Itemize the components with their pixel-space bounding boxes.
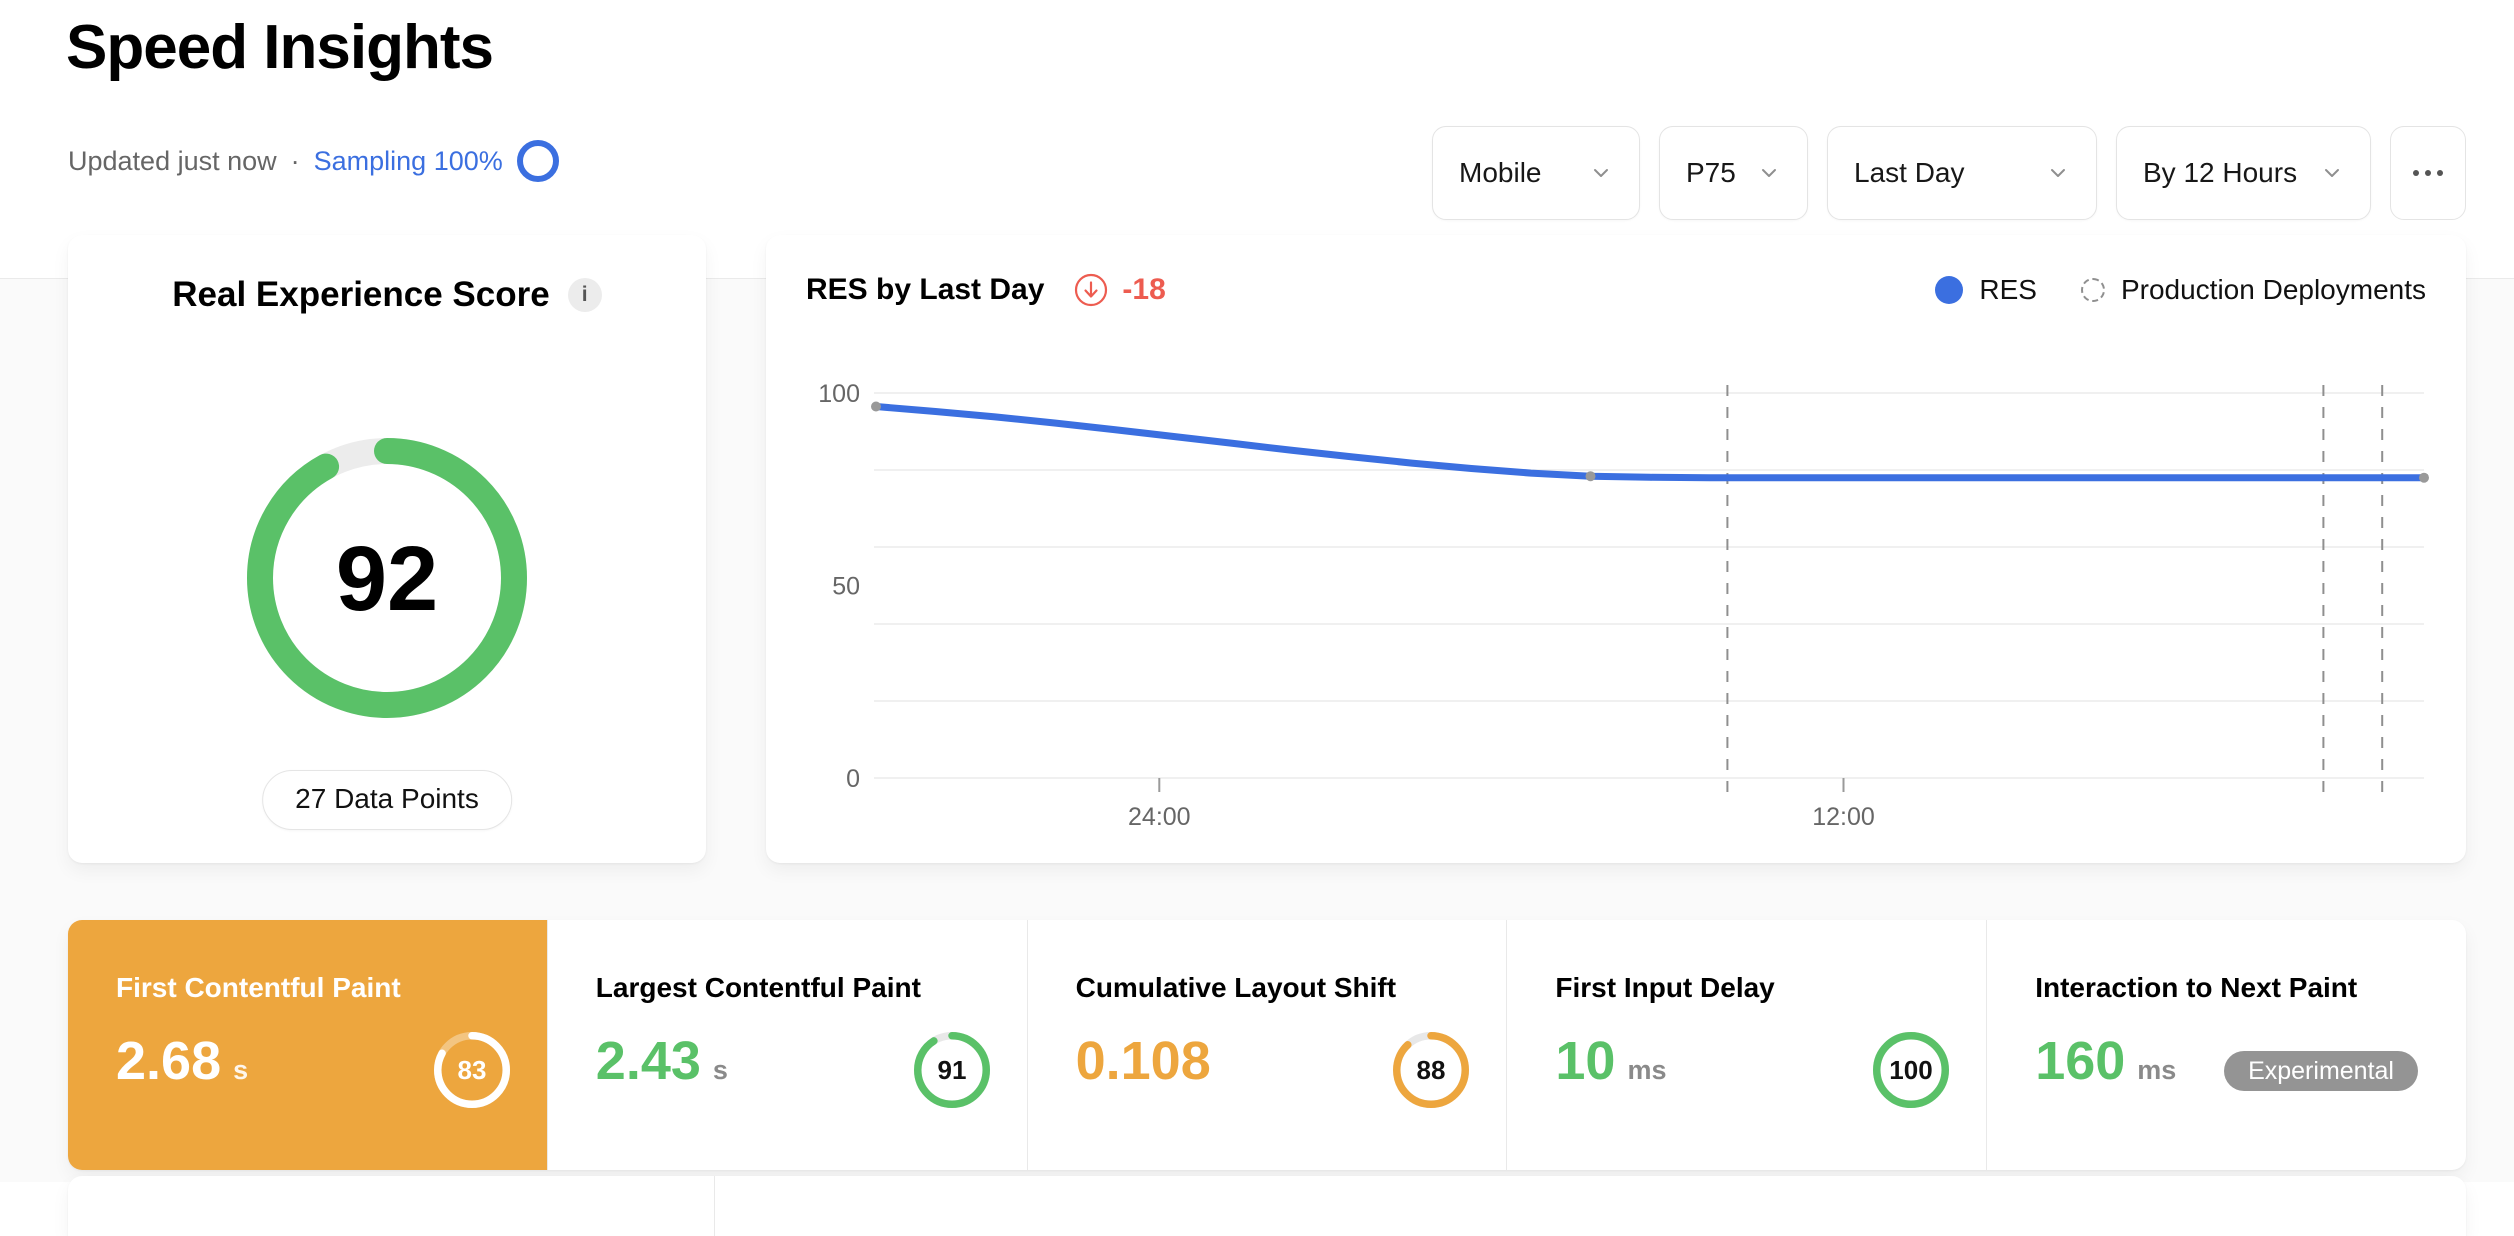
interval-dropdown-label: By 12 Hours	[2143, 157, 2297, 189]
metric-value: 2.68s	[116, 1032, 248, 1091]
more-options-button[interactable]	[2390, 126, 2466, 220]
chevron-down-icon	[1757, 161, 1781, 185]
metric-title: First Input Delay	[1555, 972, 1774, 1004]
res-trend-card: RES by Last Day -18 RES Production Deplo…	[766, 235, 2466, 863]
ellipsis-icon	[2425, 170, 2431, 176]
percentile-dropdown-label: P75	[1686, 157, 1736, 189]
interval-dropdown[interactable]: By 12 Hours	[2116, 126, 2371, 220]
data-points-pill[interactable]: 27 Data Points	[262, 770, 512, 830]
score-ring: 88	[1393, 1032, 1469, 1108]
metric-title: Interaction to Next Paint	[2035, 972, 2357, 1004]
chevron-down-icon	[2046, 161, 2070, 185]
metric-card-interaction-to-next-paint[interactable]: Interaction to Next Paint 160ms Experime…	[1986, 920, 2466, 1170]
metric-score-gauge: 88	[1393, 1032, 1469, 1108]
score-ring: 83	[434, 1032, 510, 1108]
score-ring: 91	[914, 1032, 990, 1108]
metric-score-gauge: 91	[914, 1032, 990, 1108]
res-card-header: Real Experience Score i	[68, 275, 706, 315]
sampling-ring-icon	[517, 140, 559, 182]
svg-text:92: 92	[336, 528, 438, 630]
sampling-link[interactable]: Sampling 100%	[314, 146, 503, 177]
metric-title: Largest Contentful Paint	[596, 972, 921, 1004]
res-score-gauge: 92	[247, 438, 527, 723]
metric-card-cumulative-layout-shift[interactable]: Cumulative Layout Shift 0.108 88	[1027, 920, 1507, 1170]
metric-unit: ms	[2137, 1055, 2176, 1086]
date-range-dropdown[interactable]: Last Day	[1827, 126, 2097, 220]
res-trend-chart[interactable]: 100 50 0 24:00 12:00	[766, 235, 2466, 863]
speed-insights-page: Speed Insights Updated just now · Sampli…	[0, 0, 2514, 1182]
svg-text:83: 83	[457, 1055, 486, 1085]
svg-text:91: 91	[937, 1055, 966, 1085]
metric-score-gauge: 83	[434, 1032, 510, 1108]
chevron-down-icon	[2320, 161, 2344, 185]
metric-value: 10ms	[1555, 1032, 1666, 1091]
panel-divider	[714, 1176, 715, 1236]
svg-text:12:00: 12:00	[1812, 803, 1875, 831]
metric-value: 160ms	[2035, 1032, 2176, 1091]
info-icon[interactable]: i	[568, 278, 602, 312]
device-dropdown[interactable]: Mobile	[1432, 126, 1640, 220]
metric-title: Cumulative Layout Shift	[1076, 972, 1396, 1004]
next-section-partial	[68, 1176, 2466, 1236]
metric-value: 2.43s	[596, 1032, 728, 1091]
svg-text:50: 50	[832, 573, 860, 601]
metric-card-first-contentful-paint[interactable]: First Contentful Paint 2.68s 83	[68, 920, 547, 1170]
svg-text:0: 0	[846, 765, 860, 793]
metric-value: 0.108	[1076, 1032, 1211, 1091]
updated-status: Updated just now	[68, 146, 277, 177]
svg-text:24:00: 24:00	[1128, 803, 1191, 831]
metric-unit: ms	[1627, 1055, 1666, 1086]
update-status-row: Updated just now · Sampling 100%	[68, 140, 559, 182]
svg-text:88: 88	[1417, 1055, 1446, 1085]
dot-separator: ·	[291, 146, 300, 177]
svg-text:100: 100	[1889, 1055, 1932, 1085]
date-range-dropdown-label: Last Day	[1854, 157, 1965, 189]
metric-card-largest-contentful-paint[interactable]: Largest Contentful Paint 2.43s 91	[547, 920, 1027, 1170]
metric-title: First Contentful Paint	[116, 972, 401, 1004]
metric-unit: s	[233, 1055, 248, 1086]
page-title: Speed Insights	[66, 12, 493, 83]
metric-card-first-input-delay[interactable]: First Input Delay 10ms 100	[1506, 920, 1986, 1170]
score-ring: 92	[247, 438, 527, 718]
res-card-title: Real Experience Score	[172, 275, 549, 315]
score-ring: 100	[1873, 1032, 1949, 1108]
metric-score-gauge: 100	[1873, 1032, 1949, 1108]
chevron-down-icon	[1589, 161, 1613, 185]
metrics-row: First Contentful Paint 2.68s 83 Largest …	[68, 920, 2466, 1170]
real-experience-score-card: Real Experience Score i 92 27 Data Point…	[68, 235, 706, 863]
device-dropdown-label: Mobile	[1459, 157, 1541, 189]
toolbar: Mobile P75 Last Day By 12 Hours	[1432, 126, 2466, 220]
ellipsis-icon	[2413, 170, 2419, 176]
percentile-dropdown[interactable]: P75	[1659, 126, 1808, 220]
experimental-badge: Experimental	[2224, 1051, 2418, 1091]
svg-text:100: 100	[818, 380, 860, 408]
ellipsis-icon	[2437, 170, 2443, 176]
metric-unit: s	[713, 1055, 728, 1086]
